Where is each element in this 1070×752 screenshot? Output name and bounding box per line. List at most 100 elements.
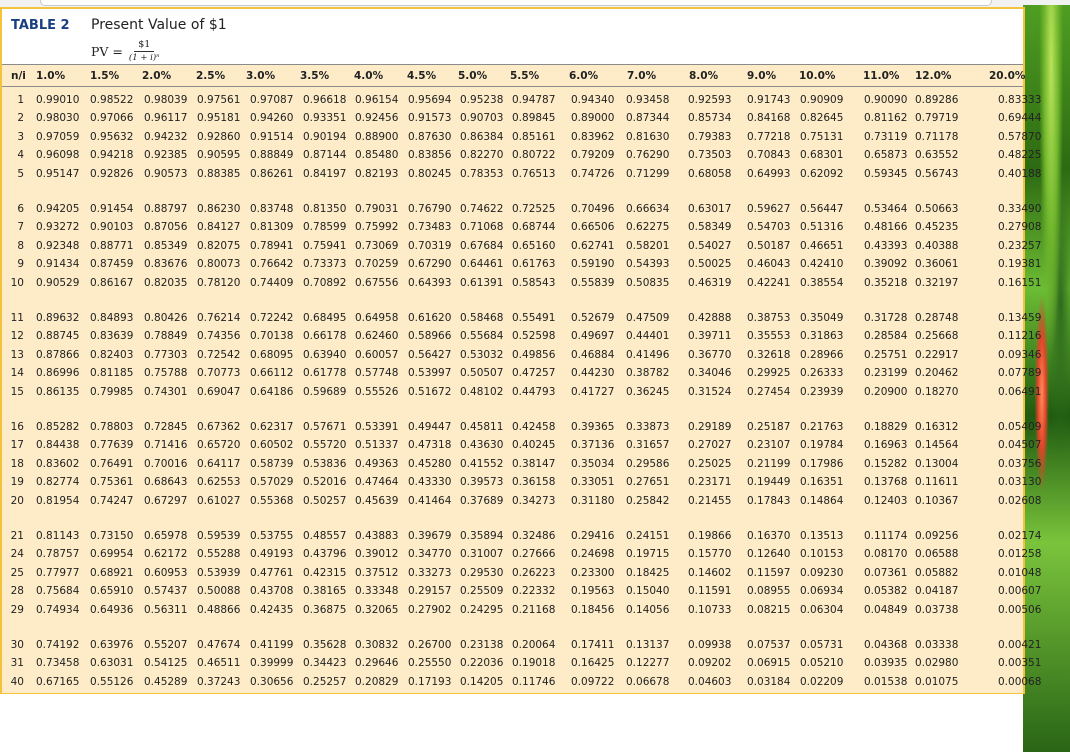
value-cell: 0.25842 xyxy=(626,494,670,507)
value-cell: 0.71068 xyxy=(460,221,504,234)
value-cell: 0.23107 xyxy=(747,439,791,452)
value-cell: 0.41199 xyxy=(250,639,294,651)
value-cell: 0.97059 xyxy=(36,130,80,143)
value-cell: 0.21168 xyxy=(512,603,556,616)
header-row: n/i 1.0% 1.5% 2.0% 2.5% 3.0% 3.5% 4.0% 4.5% 5.0% 5… xyxy=(2,64,1025,87)
value-cell: 0.73483 xyxy=(408,221,452,234)
value-cell: 0.14564 xyxy=(915,439,959,452)
table-row: 14 0.86996 0.81185 0.75788 0.70773 0.66112 0.6… xyxy=(2,367,1042,384)
value-cell: 0.60502 xyxy=(250,439,294,452)
value-cell: 0.20462 xyxy=(915,367,959,380)
value-cell: 0.86230 xyxy=(197,203,241,215)
header-n-over-i: n/i xyxy=(11,70,26,82)
value-cell: 0.59689 xyxy=(303,385,347,398)
table-row: 15 0.86135 0.79985 0.74301 0.69047 0.64186 0.5… xyxy=(2,385,1042,403)
value-cell: 0.55491 xyxy=(512,312,556,324)
value-cell: 0.86135 xyxy=(36,385,80,398)
value-cell: 0.90194 xyxy=(303,130,347,143)
value-cell: 0.49447 xyxy=(408,421,452,433)
value-cell: 0.96154 xyxy=(355,94,399,106)
value-cell: 0.67362 xyxy=(197,421,241,433)
value-cell: 0.45811 xyxy=(460,421,504,433)
value-cell: 0.71178 xyxy=(915,130,959,143)
value-cell: 0.35218 xyxy=(864,276,908,289)
value-cell: 0.08170 xyxy=(864,548,908,561)
value-cell: 0.75992 xyxy=(355,221,399,234)
value-cell: 0.88385 xyxy=(197,167,241,180)
value-cell: 0.77303 xyxy=(144,348,188,361)
value-cell: 0.55126 xyxy=(90,675,134,688)
value-cell: 0.56427 xyxy=(408,348,452,361)
value-cell: 0.39365 xyxy=(571,421,615,433)
period-cell: 19 xyxy=(10,476,24,489)
value-cell: 0.09938 xyxy=(688,639,732,651)
value-cell: 0.12403 xyxy=(864,494,908,507)
table-row: 12 0.88745 0.83639 0.78849 0.74356 0.70138 0.6… xyxy=(2,330,1042,347)
value-cell: 0.97087 xyxy=(250,94,294,106)
value-cell: 0.84438 xyxy=(36,439,80,452)
value-cell: 0.57748 xyxy=(355,367,399,380)
value-cell: 0.50025 xyxy=(688,258,732,271)
value-cell: 0.77639 xyxy=(90,439,134,452)
value-cell: 0.03184 xyxy=(747,675,791,688)
value-cell: 0.23199 xyxy=(864,367,908,380)
value-cell: 0.21763 xyxy=(800,421,844,433)
value-cell: 0.63940 xyxy=(303,348,347,361)
value-cell: 0.11591 xyxy=(688,585,732,598)
value-cell: 0.75361 xyxy=(90,476,134,489)
value-cell: 0.27027 xyxy=(688,439,732,452)
value-cell: 0.00351 xyxy=(998,657,1042,670)
value-cell: 0.79383 xyxy=(688,130,732,143)
value-cell: 0.15770 xyxy=(688,548,732,561)
value-cell: 0.36770 xyxy=(688,348,732,361)
value-cell: 0.81185 xyxy=(90,367,134,380)
value-cell: 0.06934 xyxy=(800,585,844,598)
address-bar[interactable] xyxy=(40,0,992,6)
value-cell: 0.95147 xyxy=(36,167,80,180)
value-cell: 0.55368 xyxy=(250,494,294,507)
value-cell: 0.12277 xyxy=(626,657,670,670)
value-cell: 0.54027 xyxy=(688,239,732,252)
value-cell: 0.81350 xyxy=(303,203,347,215)
value-cell: 0.62275 xyxy=(626,221,670,234)
value-cell: 0.29925 xyxy=(747,367,791,380)
value-cell: 0.73458 xyxy=(36,657,80,670)
value-cell: 0.11597 xyxy=(747,566,791,579)
period-cell: 28 xyxy=(10,585,24,598)
table-row: 10 0.90529 0.86167 0.82035 0.78120 0.74409 0.7… xyxy=(2,276,1042,294)
value-cell: 0.48102 xyxy=(460,385,504,398)
value-cell: 0.11174 xyxy=(864,530,908,542)
value-cell: 0.65910 xyxy=(90,585,134,598)
value-cell: 0.37136 xyxy=(571,439,615,452)
value-cell: 0.18456 xyxy=(571,603,615,616)
value-cell: 0.15282 xyxy=(864,457,908,470)
value-cell: 0.58966 xyxy=(408,330,452,343)
value-cell: 0.70496 xyxy=(571,203,615,215)
value-cell: 0.13768 xyxy=(864,476,908,489)
value-cell: 0.34273 xyxy=(512,494,556,507)
value-cell: 0.53836 xyxy=(303,457,347,470)
table-row: 7 0.93272 0.90103 0.87056 0.84127 0.81309 0.78… xyxy=(2,221,1041,238)
value-cell: 0.17843 xyxy=(747,494,791,507)
table-row: 6 0.94205 0.91454 0.88797 0.86230 0.83748 0.81… xyxy=(2,203,1041,220)
value-cell: 0.74409 xyxy=(250,276,294,289)
value-cell: 0.04187 xyxy=(915,585,959,598)
value-cell: 0.94260 xyxy=(250,112,294,125)
value-cell: 0.19715 xyxy=(626,548,670,561)
period-cell: 17 xyxy=(10,439,24,452)
value-cell: 0.35894 xyxy=(460,530,504,542)
value-cell: 0.74192 xyxy=(36,639,80,651)
value-cell: 0.38165 xyxy=(303,585,347,598)
value-cell: 0.61778 xyxy=(303,367,347,380)
value-cell: 0.17411 xyxy=(571,639,615,651)
period-cell: 7 xyxy=(17,221,24,234)
value-cell: 0.82075 xyxy=(197,239,241,252)
table-row: 2 0.98030 0.97066 0.96117 0.95181 0.94260 0.93… xyxy=(2,112,1041,129)
value-cell: 0.96117 xyxy=(144,112,188,125)
value-cell: 0.87344 xyxy=(626,112,670,125)
value-cell: 0.73069 xyxy=(355,239,399,252)
value-cell: 0.39012 xyxy=(355,548,399,561)
table-row: 31 0.73458 0.63031 0.54125 0.46511 0.39999 0.3… xyxy=(2,657,1042,674)
value-cell: 0.64117 xyxy=(197,457,241,470)
value-cell: 0.85161 xyxy=(512,130,556,143)
